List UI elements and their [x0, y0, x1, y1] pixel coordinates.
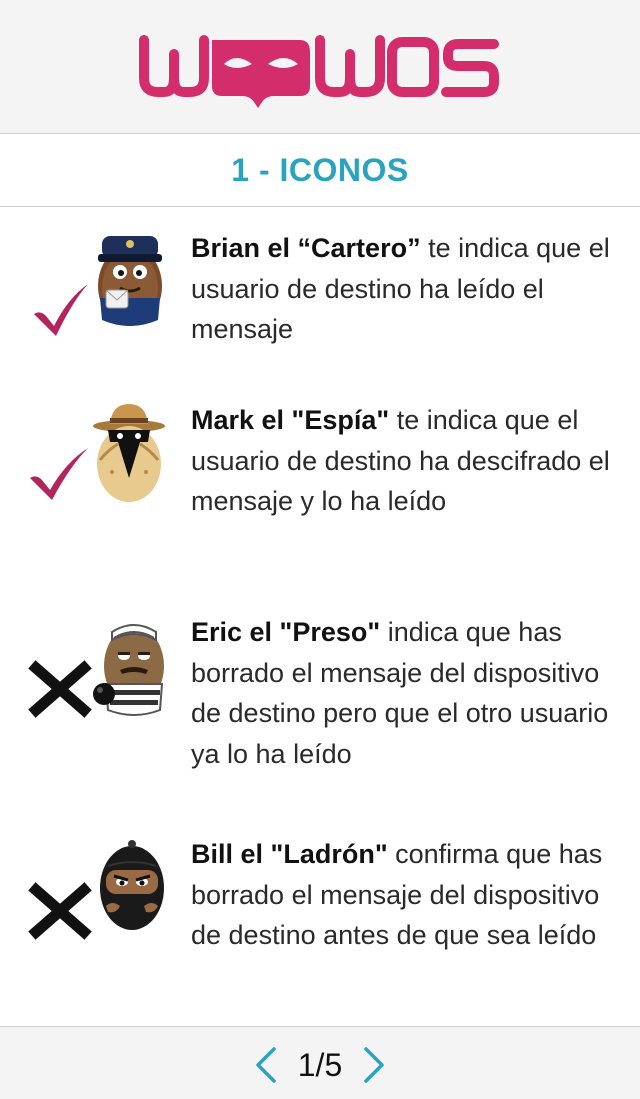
- item-description: Mark el "Espía" te indica que el usuario…: [191, 400, 631, 522]
- item-title: Eric el "Preso": [191, 617, 381, 647]
- item-title: Bill el "Ladrón": [191, 839, 388, 869]
- item-title: Brian el “Cartero”: [191, 233, 421, 263]
- checkmark-icon: [34, 284, 88, 336]
- app-header: [0, 0, 640, 134]
- postman-icon: [98, 236, 162, 326]
- chevron-right-icon[interactable]: [360, 1045, 388, 1085]
- chevron-left-icon[interactable]: [252, 1045, 280, 1085]
- cross-icon: [28, 882, 92, 940]
- item-title: Mark el "Espía": [191, 405, 390, 435]
- thief-icon: [100, 840, 164, 930]
- pager-bar: 1/5: [0, 1026, 640, 1099]
- spy-icon: [93, 404, 165, 502]
- section-title-bar: 1 - ICONOS: [0, 134, 640, 207]
- item-description: Bill el "Ladrón" confirma que has borrad…: [191, 834, 631, 956]
- section-title: 1 - ICONOS: [231, 152, 409, 188]
- item-description: Eric el "Preso" indica que has borrado e…: [191, 612, 631, 774]
- checkmark-icon: [30, 448, 88, 500]
- item-description: Brian el “Cartero” te indica que el usua…: [191, 228, 631, 350]
- page-indicator: 1/5: [297, 1047, 343, 1083]
- woowos-logo: [139, 35, 499, 108]
- prisoner-icon: [93, 624, 164, 716]
- cross-icon: [28, 660, 92, 718]
